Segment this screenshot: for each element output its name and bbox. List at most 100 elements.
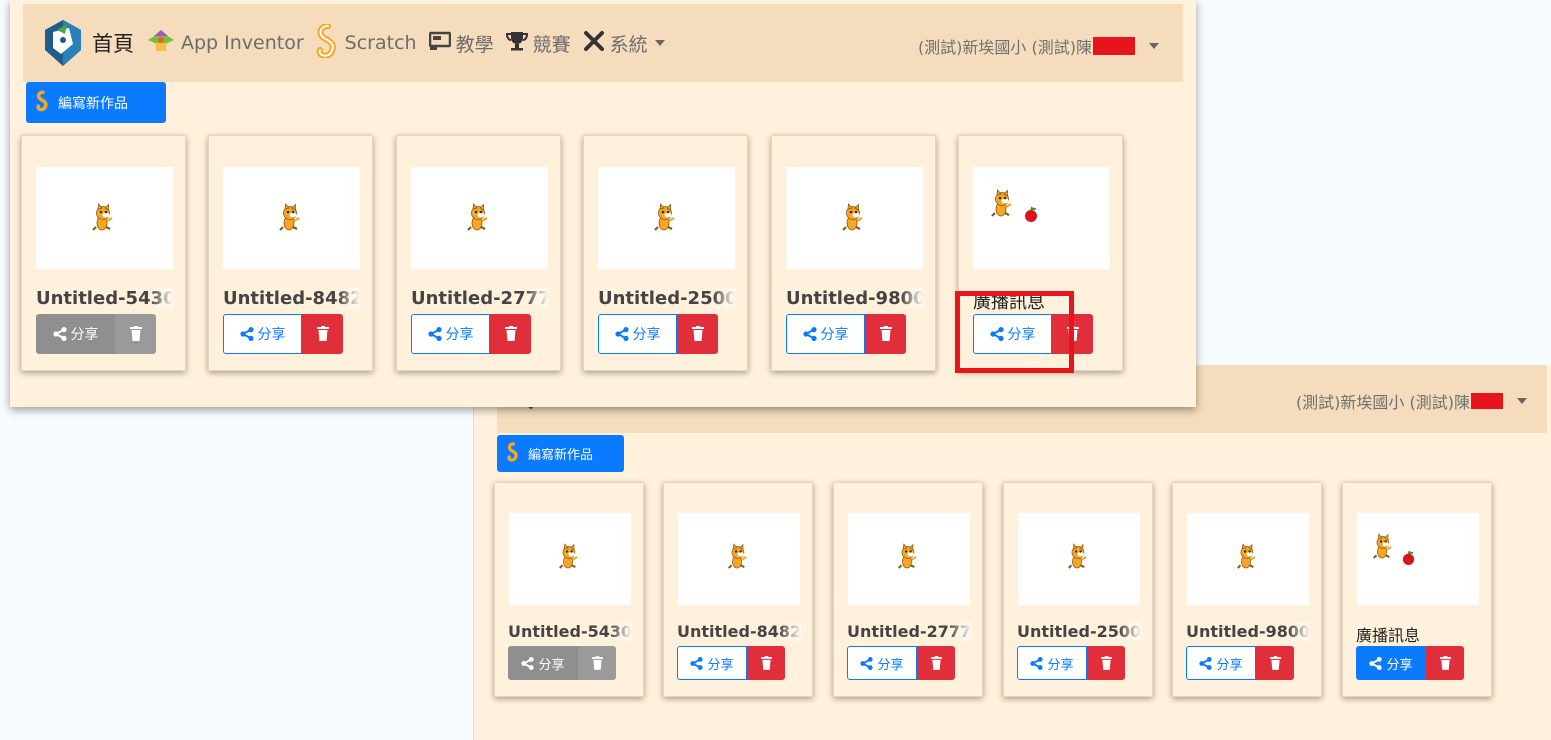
share-button[interactable]: 分享: [223, 314, 302, 354]
cat-sprite-icon: [1236, 543, 1257, 570]
share-button[interactable]: 分享: [508, 646, 578, 680]
delete-button[interactable]: [677, 314, 718, 354]
project-title[interactable]: Untitled-84820: [677, 622, 801, 641]
delete-button[interactable]: [115, 314, 156, 354]
user-menu[interactable]: (測試)新埃國小 (測試)陳: [918, 34, 1159, 58]
share-label: 分享: [877, 657, 904, 673]
scratch-icon: [316, 22, 340, 63]
trash-icon: [591, 655, 603, 670]
project-title[interactable]: Untitled-27770: [847, 622, 971, 641]
chevron-down-icon: [654, 40, 665, 46]
book-icon: [428, 31, 451, 56]
delete-button[interactable]: [1426, 646, 1464, 680]
share-button[interactable]: 分享: [1017, 646, 1087, 680]
delete-button[interactable]: [1256, 646, 1294, 680]
project-thumbnail[interactable]: [411, 167, 548, 269]
nav-home[interactable]: 首頁: [92, 28, 134, 58]
new-project-button[interactable]: 編寫新作品: [26, 82, 166, 123]
project-actions: 分享: [1356, 646, 1464, 680]
delete-button[interactable]: [747, 646, 785, 680]
share-icon: [690, 656, 704, 670]
share-button[interactable]: 分享: [1356, 646, 1426, 680]
nav-app-inventor[interactable]: App Inventor: [146, 28, 304, 59]
share-icon: [239, 327, 254, 341]
logo-icon[interactable]: [41, 18, 85, 68]
delete-button[interactable]: [490, 314, 531, 354]
project-thumbnail[interactable]: [223, 167, 360, 269]
project-title[interactable]: Untitled-98000: [1186, 622, 1310, 641]
project-title[interactable]: Untitled-84820: [223, 288, 360, 309]
share-icon: [521, 656, 535, 670]
new-project-label: 編寫新作品: [528, 448, 594, 463]
project-thumbnail[interactable]: [598, 167, 735, 269]
project-thumbnail[interactable]: [973, 167, 1110, 269]
project-card[interactable]: Untitled-84820 分享: [208, 135, 373, 371]
nav-contest-label: 競賽: [532, 33, 571, 56]
cat-sprite-icon: [653, 203, 676, 232]
share-button[interactable]: 分享: [598, 314, 677, 354]
project-card[interactable]: 廣播訊息 分享: [1342, 482, 1492, 697]
project-card[interactable]: Untitled-54300 分享: [21, 135, 186, 371]
apple-icon: [1402, 550, 1415, 565]
project-title[interactable]: Untitled-25000: [1017, 622, 1141, 641]
nav-system-label: 系統: [609, 33, 648, 56]
delete-button[interactable]: [917, 646, 955, 680]
trash-icon: [316, 326, 329, 341]
share-button[interactable]: 分享: [677, 646, 747, 680]
user-name: (測試)新埃國小 (測試)陳: [1295, 393, 1470, 412]
project-thumbnail[interactable]: [1357, 513, 1479, 605]
nav-scratch-label: Scratch: [344, 32, 417, 54]
share-label: 分享: [1386, 657, 1413, 673]
apple-icon: [1024, 206, 1038, 222]
trash-icon: [504, 326, 517, 341]
project-card[interactable]: Untitled-54300 分享: [494, 482, 644, 697]
project-actions: 分享: [847, 646, 955, 680]
project-actions: 分享: [223, 314, 343, 354]
project-thumbnail[interactable]: [848, 513, 970, 605]
project-title[interactable]: Untitled-98000: [786, 288, 923, 309]
project-thumbnail[interactable]: [678, 513, 800, 605]
share-button[interactable]: 分享: [1186, 646, 1256, 680]
new-project-label: 編寫新作品: [58, 95, 128, 112]
share-button[interactable]: 分享: [411, 314, 490, 354]
cat-sprite-icon: [91, 203, 114, 232]
project-card[interactable]: Untitled-84820 分享: [663, 482, 813, 697]
share-label: 分享: [1216, 657, 1243, 673]
screenshot-before: 首頁 App Inventor Scratch 教學 競賽 系統 (測試)新埃國…: [10, 0, 1196, 407]
user-menu[interactable]: (測試)新埃國小 (測試)陳: [1296, 389, 1527, 413]
project-thumbnail[interactable]: [1018, 513, 1140, 605]
nav-scratch[interactable]: Scratch: [316, 22, 417, 63]
project-thumbnail[interactable]: [509, 513, 631, 605]
trash-icon: [1439, 655, 1451, 670]
share-button[interactable]: 分享: [786, 314, 865, 354]
trash-icon: [1269, 655, 1281, 670]
nav-contest[interactable]: 競賽: [505, 30, 571, 57]
new-project-button[interactable]: 編寫新作品: [497, 435, 624, 472]
project-thumbnail[interactable]: [786, 167, 923, 269]
project-card[interactable]: Untitled-27770 分享: [833, 482, 983, 697]
project-title[interactable]: Untitled-25000: [598, 288, 735, 309]
project-card[interactable]: Untitled-27770 分享: [396, 135, 561, 371]
project-card[interactable]: Untitled-98000 分享: [1172, 482, 1322, 697]
project-card[interactable]: Untitled-98000 分享: [771, 135, 936, 371]
nav-system[interactable]: 系統: [583, 30, 665, 57]
nav-teaching-label: 教學: [455, 33, 494, 56]
project-title[interactable]: Untitled-54300: [508, 622, 632, 641]
share-button[interactable]: 分享: [36, 314, 115, 354]
trash-icon: [1100, 655, 1112, 670]
project-title[interactable]: Untitled-27770: [411, 288, 548, 309]
scratch-icon: [507, 441, 520, 466]
share-button[interactable]: 分享: [847, 646, 917, 680]
project-thumbnail[interactable]: [1187, 513, 1309, 605]
project-thumbnail[interactable]: [36, 167, 173, 269]
nav-teaching[interactable]: 教學: [428, 30, 494, 57]
project-card[interactable]: Untitled-25000 分享: [1003, 482, 1153, 697]
project-title[interactable]: Untitled-54300: [36, 288, 173, 309]
delete-button[interactable]: [302, 314, 343, 354]
project-title[interactable]: 廣播訊息: [1356, 622, 1480, 646]
delete-button[interactable]: [578, 646, 616, 680]
delete-button[interactable]: [1087, 646, 1125, 680]
delete-button[interactable]: [865, 314, 906, 354]
project-card[interactable]: Untitled-25000 分享: [583, 135, 748, 371]
share-label: 分享: [707, 657, 734, 673]
